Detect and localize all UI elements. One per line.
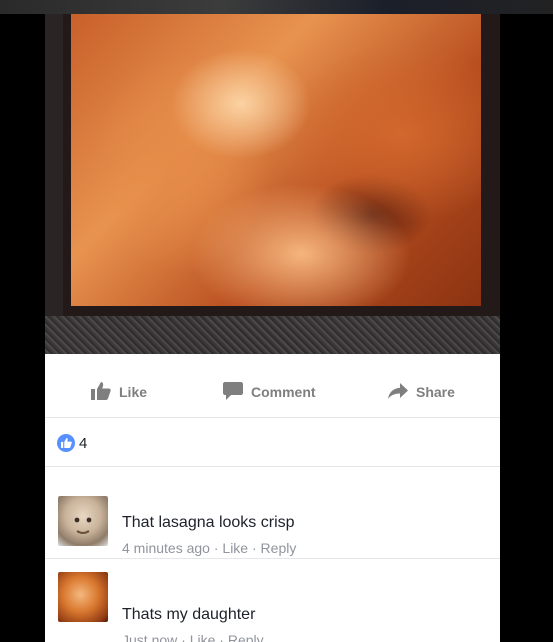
post-action-bar: Like Comment Share [45, 367, 500, 418]
comment-text: Thats my daughter [122, 606, 256, 623]
like-badge-icon [57, 434, 75, 452]
comment-reply-link[interactable]: Reply [228, 632, 264, 642]
comment-like-link[interactable]: Like [222, 540, 248, 556]
comment-time[interactable]: 4 minutes ago [122, 540, 210, 556]
comment-meta: 4 minutes ago · Like · Reply [122, 540, 296, 556]
meta-separator: · [213, 540, 219, 556]
avatar[interactable] [58, 496, 108, 546]
comment-time[interactable]: Just now [122, 632, 177, 642]
meta-separator: · [251, 540, 257, 556]
comment-button[interactable]: Comment [223, 381, 316, 403]
avatar[interactable] [58, 572, 108, 622]
comment-divider [45, 558, 500, 559]
share-arrow-icon [388, 382, 416, 402]
comment-label: Comment [251, 384, 316, 400]
comment-icon [223, 381, 251, 403]
post-photo[interactable] [45, 14, 500, 354]
thumbs-up-icon [91, 381, 119, 403]
comment-text: That lasagna looks crisp [122, 514, 295, 531]
like-label: Like [119, 384, 148, 400]
carpet-background [45, 316, 500, 354]
reaction-count: 4 [79, 434, 88, 452]
comment-reply-link[interactable]: Reply [261, 540, 297, 556]
share-label: Share [416, 384, 455, 400]
meta-separator: · [181, 632, 186, 642]
reaction-summary[interactable]: 4 [57, 432, 87, 454]
comments-divider [45, 466, 500, 467]
comment-meta: Just now · Like · Reply [122, 632, 264, 642]
meta-separator: · [219, 632, 224, 642]
like-button[interactable]: Like [91, 381, 147, 403]
post-card: Like Comment Share 4 That lasagna looks … [45, 14, 500, 642]
share-button[interactable]: Share [388, 381, 455, 403]
top-status-bar [0, 0, 553, 14]
comment-like-link[interactable]: Like [190, 632, 216, 642]
ultrasound-image [71, 14, 481, 306]
